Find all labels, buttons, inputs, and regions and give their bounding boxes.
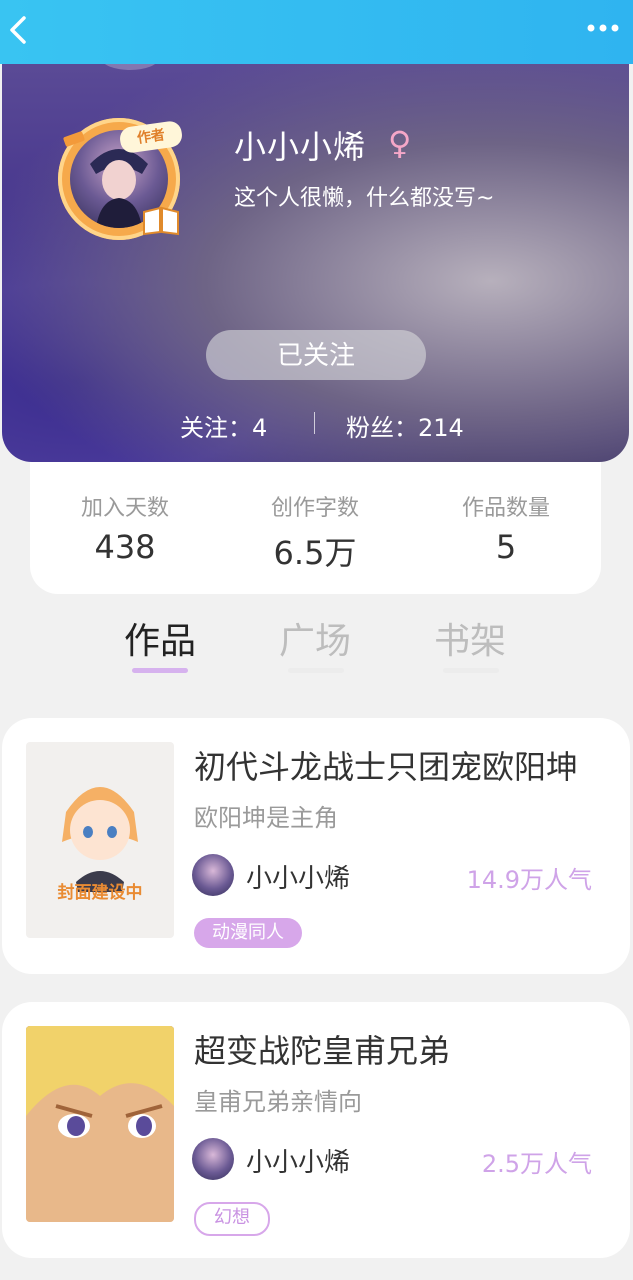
tab-square[interactable]: 广场 [260,612,370,664]
work-author: 小小小烯 [246,864,351,894]
author-avatar-small [192,854,234,896]
work-tag[interactable]: 动漫同人 [194,918,302,948]
work-title[interactable]: 超变战陀皇甫兄弟 [194,1026,450,1072]
profile-header: 作者 小小小烯 ♀ 这个人很懒，什么都没写~ 已关注 关注：4 粉丝：214 [2,60,629,462]
fans-count[interactable]: 粉丝：214 [346,408,464,443]
work-cover[interactable]: 封面建设中 [26,742,174,938]
work-author: 小小小烯 [246,1148,351,1178]
profile-bio: 这个人很懒，什么都没写~ [234,186,495,211]
stat-join-days: 加入天数 438 [30,490,220,566]
book-icon [143,206,179,236]
work-popularity: 14.9万人气 [466,866,592,894]
work-cover[interactable] [26,1026,174,1222]
work-description: 欧阳坤是主角 [194,804,338,832]
stat-works-count: 作品数量 5 [411,490,601,566]
tab-bookshelf[interactable]: 书架 [415,612,525,664]
female-icon: ♀ [388,124,412,162]
following-count[interactable]: 关注：4 [180,408,267,443]
stat-label: 作品数量 [461,496,550,521]
work-tag[interactable]: 幻想 [194,1202,270,1236]
author-avatar-small [192,1138,234,1180]
tab-works-underline [132,668,188,673]
stat-value: 5 [495,528,517,566]
more-dots-icon[interactable] [583,16,623,40]
chevron-left-icon[interactable] [6,12,30,48]
follow-button[interactable]: 已关注 [206,330,426,380]
top-bar [0,0,633,64]
author-avatar[interactable]: 作者 [50,110,188,248]
divider [314,412,315,434]
stat-value: 438 [94,528,156,566]
tab-bar: 作品 广场 书架 [0,598,633,688]
cover-art [26,1026,174,1222]
pencil-icon [63,131,85,147]
tab-square-underline [288,668,344,673]
work-popularity: 2.5万人气 [481,1150,592,1178]
cover-placeholder-text: 封面建设中 [57,883,143,903]
work-description: 皇甫兄弟亲情向 [194,1088,362,1116]
stat-label: 加入天数 [80,496,169,521]
stats-card: 加入天数 438 创作字数 6.5万 作品数量 5 [30,462,601,594]
profile-name: 小小小烯 [234,128,367,166]
placeholder-cover-icon [62,787,138,892]
work-card[interactable]: 封面建设中 初代斗龙战士只团宠欧阳坤 欧阳坤是主角 小小小烯 14.9万人气 动… [2,718,630,974]
work-card[interactable]: 超变战陀皇甫兄弟 皇甫兄弟亲情向 小小小烯 2.5万人气 幻想 [2,1002,630,1258]
tab-works[interactable]: 作品 [105,612,215,664]
stat-label: 创作字数 [270,496,359,521]
tab-bookshelf-underline [443,668,499,673]
stat-word-count: 创作字数 6.5万 [220,490,410,574]
stat-value: 6.5万 [273,534,357,572]
work-title[interactable]: 初代斗龙战士只团宠欧阳坤 [194,742,578,788]
